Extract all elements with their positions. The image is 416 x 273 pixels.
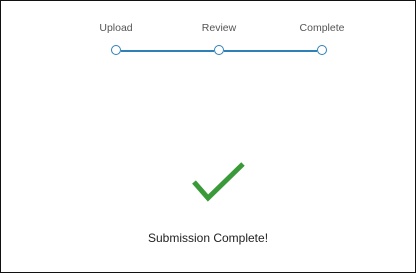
step-connector-upload-review xyxy=(121,50,214,52)
step-node-review[interactable] xyxy=(214,45,224,55)
step-node-upload[interactable] xyxy=(111,45,121,55)
step-label-complete: Complete xyxy=(299,22,345,34)
step-label-upload: Upload xyxy=(99,22,133,34)
step-connector-review-complete xyxy=(224,50,317,52)
progress-stepper: Upload Review Complete xyxy=(0,0,416,70)
checkmark-stroke xyxy=(192,162,245,202)
checkmark-icon xyxy=(192,162,245,202)
step-node-complete[interactable] xyxy=(317,45,327,55)
step-label-review: Review xyxy=(201,22,237,34)
completion-message: Submission Complete! xyxy=(147,231,269,245)
